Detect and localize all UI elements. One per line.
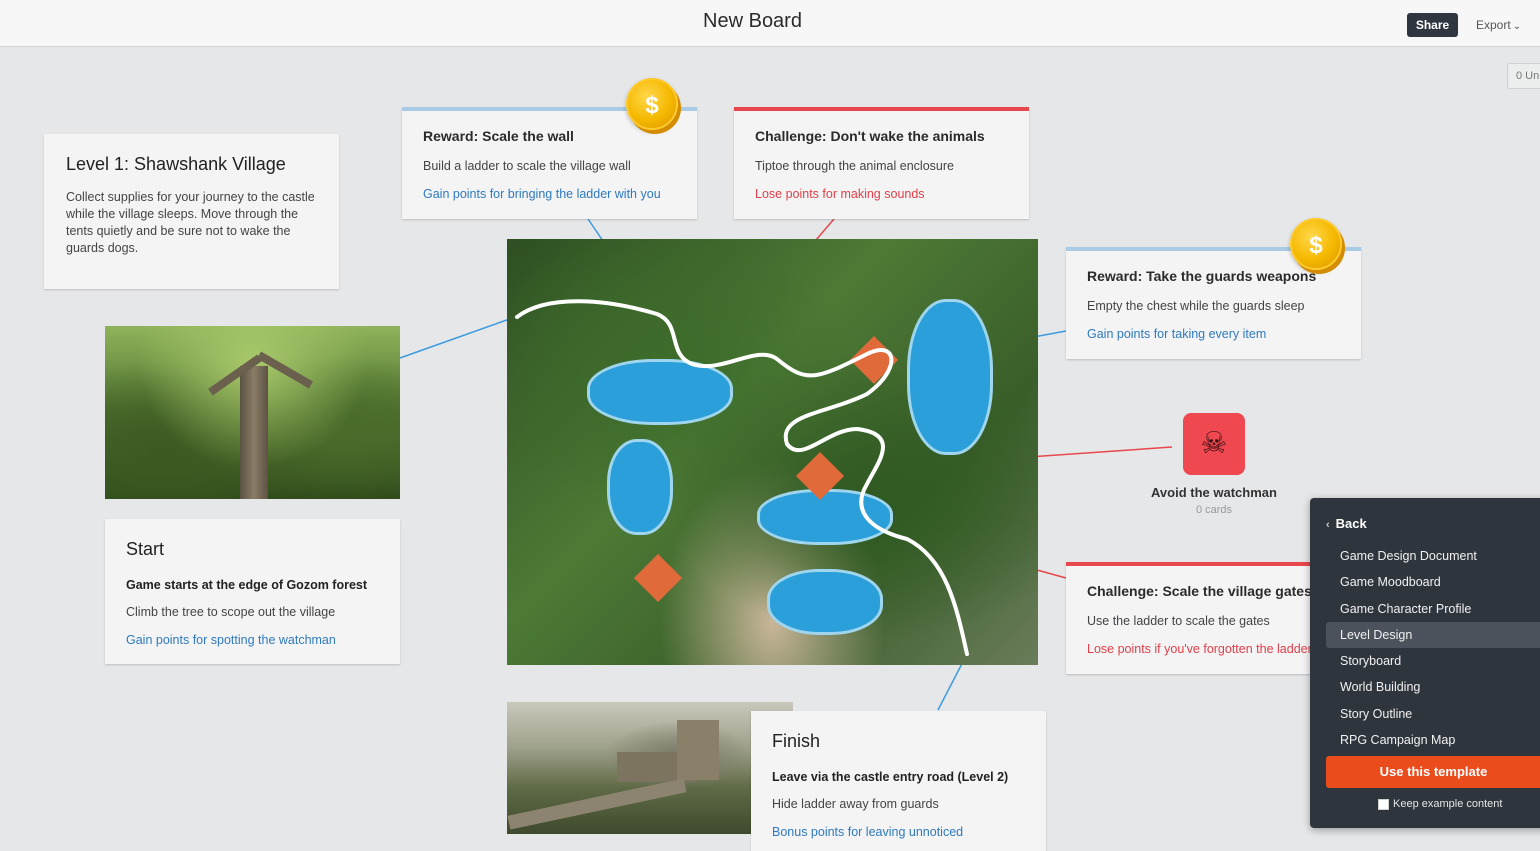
reward-wall-title: Reward: Scale the wall (423, 128, 574, 144)
challenge-gates-link[interactable]: Lose points if you've forgotten the ladd… (1087, 642, 1340, 656)
watchman-label[interactable]: Avoid the watchman (1124, 485, 1304, 500)
template-item-story-outline[interactable]: Story Outline (1326, 701, 1540, 727)
level-title: Level 1: Shawshank Village (66, 154, 286, 174)
reward-weapons-title: Reward: Take the guards weapons (1087, 268, 1317, 284)
path-route (515, 299, 969, 656)
template-item-rpg-campaign-map[interactable]: RPG Campaign Map (1326, 727, 1540, 753)
level-description: Collect supplies for your journey to the… (66, 190, 315, 255)
coin-icon: $ (1290, 218, 1342, 270)
challenge-animals-text: Tiptoe through the animal enclosure (755, 159, 954, 173)
finish-text: Hide ladder away from guards (772, 797, 939, 811)
template-item-game-design-document[interactable]: Game Design Document (1326, 543, 1540, 569)
finish-bold-text: Leave via the castle entry road (Level 2… (772, 770, 1009, 784)
challenge-animals-title: Challenge: Don't wake the animals (755, 128, 985, 144)
challenge-gates-text: Use the ladder to scale the gates (1087, 614, 1270, 628)
aerial-map-image[interactable] (507, 239, 1038, 665)
chevron-left-icon: ‹ (1326, 519, 1330, 531)
challenge-animals-card[interactable]: Challenge: Don't wake the animals Tiptoe… (734, 107, 1029, 219)
board-title[interactable]: New Board (0, 10, 1505, 33)
use-template-button[interactable]: Use this template (1326, 756, 1540, 788)
start-text: Climb the tree to scope out the village (126, 605, 336, 619)
template-panel: ‹ Back Game Design Document Game Moodboar… (1310, 498, 1540, 828)
top-bar: New Board Share Export ⌄ (0, 0, 1540, 47)
finish-title: Finish (772, 731, 821, 751)
chevron-down-icon: ⌄ (1512, 21, 1522, 32)
finish-link[interactable]: Bonus points for leaving unnoticed (772, 825, 1025, 839)
export-label: Export (1476, 18, 1511, 32)
tree-trunk (240, 366, 268, 499)
finish-card[interactable]: Finish Leave via the castle entry road (… (751, 711, 1046, 851)
forest-image[interactable] (105, 326, 400, 499)
keep-example-checkbox[interactable] (1378, 798, 1389, 810)
back-button[interactable]: ‹ Back (1326, 516, 1367, 531)
template-item-level-design[interactable]: Level Design (1326, 621, 1540, 649)
coin-icon: $ (626, 78, 678, 130)
skull-icon[interactable]: ☠ (1183, 413, 1245, 475)
share-button[interactable]: Share (1407, 13, 1458, 37)
keep-example-label: Keep example content (1393, 798, 1503, 810)
keep-example-toggle[interactable]: Keep example content (1378, 798, 1502, 810)
challenge-animals-link[interactable]: Lose points for making sounds (755, 187, 1008, 201)
start-card[interactable]: Start Game starts at the edge of Gozom f… (105, 519, 400, 664)
connector-forest (399, 315, 519, 359)
reward-weapons-text: Empty the chest while the guards sleep (1087, 299, 1305, 313)
castle-tower (677, 720, 719, 780)
watchman-card-count: 0 cards (1195, 504, 1233, 516)
template-item-game-moodboard[interactable]: Game Moodboard (1326, 569, 1540, 595)
back-label: Back (1335, 516, 1367, 531)
unsorted-counter[interactable]: 0 Un (1507, 63, 1540, 89)
template-item-game-character-profile[interactable]: Game Character Profile (1326, 596, 1540, 622)
challenge-gates-title: Challenge: Scale the village gates (1087, 583, 1312, 599)
export-button[interactable]: Export ⌄ (1476, 18, 1521, 32)
castle-bridge (507, 778, 687, 830)
start-bold-text: Game starts at the edge of Gozom forest (126, 578, 368, 592)
template-item-storyboard[interactable]: Storyboard (1326, 648, 1540, 674)
start-title: Start (126, 539, 165, 559)
reward-wall-link[interactable]: Gain points for bringing the ladder with… (423, 187, 676, 201)
level-title-card[interactable]: Level 1: Shawshank Village Collect suppl… (44, 134, 339, 289)
reward-wall-text: Build a ladder to scale the village wall (423, 159, 631, 173)
template-list: Game Design Document Game Moodboard Game… (1326, 543, 1540, 753)
reward-weapons-link[interactable]: Gain points for taking every item (1087, 327, 1340, 341)
template-item-world-building[interactable]: World Building (1326, 674, 1540, 700)
start-link[interactable]: Gain points for spotting the watchman (126, 633, 379, 647)
